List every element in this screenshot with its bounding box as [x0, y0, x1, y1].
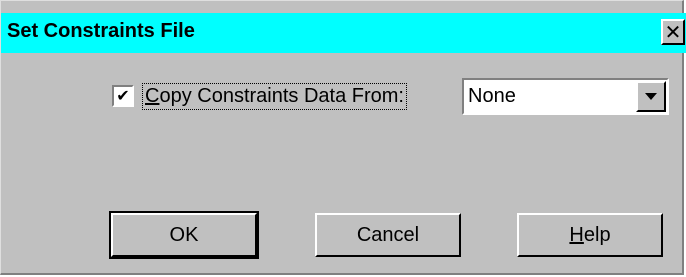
chevron-down-icon [645, 93, 657, 100]
copy-constraints-label-accelerator: C [145, 85, 160, 107]
set-constraints-dialog: Set Constraints File ✕ ✔ Copy Constraint… [0, 0, 686, 275]
ok-button-label: OK [169, 223, 199, 246]
dialog-title: Set Constraints File [7, 20, 195, 42]
help-button[interactable]: Help [517, 213, 663, 257]
copy-constraints-label[interactable]: Copy Constraints Data From: [142, 83, 407, 110]
copy-constraints-checkbox[interactable]: ✔ [112, 85, 134, 107]
checkmark-icon: ✔ [116, 86, 130, 105]
close-button[interactable]: ✕ [661, 19, 685, 45]
help-accelerator: H [569, 223, 584, 246]
source-combobox[interactable]: None [462, 78, 669, 115]
title-bar[interactable]: Set Constraints File ✕ [1, 13, 686, 53]
help-label-text: elp [583, 223, 611, 246]
close-icon: ✕ [664, 20, 682, 44]
ok-button[interactable]: OK [109, 211, 259, 259]
source-dropdown-button[interactable] [636, 81, 666, 112]
cancel-button-label: Cancel [356, 223, 420, 246]
cancel-button[interactable]: Cancel [315, 213, 461, 257]
help-button-label: Help [569, 224, 610, 247]
copy-constraints-label-text: opy Constraints Data From: [159, 85, 404, 107]
source-combobox-value: None [468, 85, 516, 107]
